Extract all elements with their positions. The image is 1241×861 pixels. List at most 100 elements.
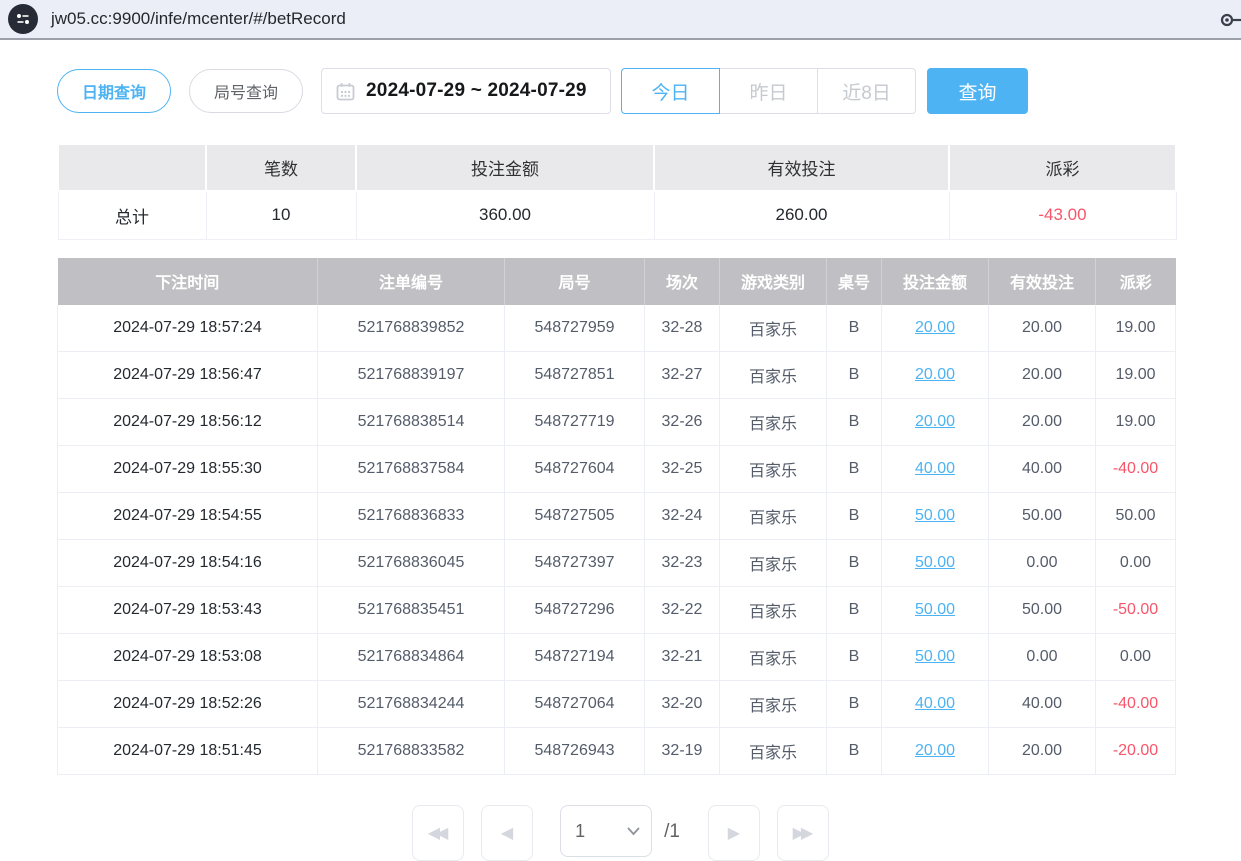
table-row: 2024-07-29 18:57:24521768839852548727959… xyxy=(58,305,1176,352)
cell-valid-bet: 0.00 xyxy=(989,540,1096,587)
site-settings-button[interactable] xyxy=(8,4,38,34)
summary-header-bet-amount: 投注金额 xyxy=(356,144,654,191)
bet-amount-link[interactable]: 50.00 xyxy=(915,507,955,524)
table-row: 2024-07-29 18:53:43521768835451548727296… xyxy=(58,587,1176,634)
cell-time: 2024-07-29 18:54:55 xyxy=(58,493,318,540)
cell-valid-bet: 50.00 xyxy=(989,587,1096,634)
column-header-6: 投注金额 xyxy=(882,258,989,305)
bet-amount-link[interactable]: 20.00 xyxy=(915,413,955,430)
cell-bet-id: 521768836833 xyxy=(318,493,505,540)
date-range-picker[interactable]: 2024-07-29 ~ 2024-07-29 xyxy=(321,68,611,114)
summary-valid-bet-value: 260.00 xyxy=(654,191,949,239)
cell-game-type: 百家乐 xyxy=(720,305,827,352)
column-header-5: 桌号 xyxy=(827,258,882,305)
cell-table-no: B xyxy=(827,493,882,540)
cell-bet-amount: 50.00 xyxy=(882,540,989,587)
summary-header-payout: 派彩 xyxy=(949,144,1176,191)
summary-count-value: 10 xyxy=(206,191,356,239)
cell-bet-id: 521768839197 xyxy=(318,352,505,399)
cell-valid-bet: 50.00 xyxy=(989,493,1096,540)
cell-session: 32-23 xyxy=(645,540,720,587)
cell-table-no: B xyxy=(827,634,882,681)
cell-game-type: 百家乐 xyxy=(720,446,827,493)
key-icon[interactable] xyxy=(1220,12,1241,33)
summary-header-blank xyxy=(58,144,206,191)
next-page-button[interactable]: ▶ xyxy=(708,805,760,861)
cell-bet-amount: 20.00 xyxy=(882,399,989,446)
bet-amount-link[interactable]: 40.00 xyxy=(915,695,955,712)
cell-bet-id: 521768834864 xyxy=(318,634,505,681)
last-page-button[interactable]: ▶▶ xyxy=(777,805,829,861)
cell-session: 32-27 xyxy=(645,352,720,399)
bet-amount-link[interactable]: 20.00 xyxy=(915,319,955,336)
page-select[interactable]: 1 xyxy=(561,806,651,856)
column-header-8: 派彩 xyxy=(1096,258,1176,305)
cell-table-no: B xyxy=(827,305,882,352)
bet-amount-link[interactable]: 40.00 xyxy=(915,460,955,477)
cell-game-type: 百家乐 xyxy=(720,399,827,446)
cell-payout: 19.00 xyxy=(1096,399,1176,446)
last-page-icon: ▶▶ xyxy=(793,823,814,843)
bet-amount-link[interactable]: 50.00 xyxy=(915,648,955,665)
cell-table-no: B xyxy=(827,728,882,775)
cell-table-no: B xyxy=(827,587,882,634)
cell-round-id: 548727505 xyxy=(505,493,645,540)
cell-bet-id: 521768835451 xyxy=(318,587,505,634)
cell-session: 32-20 xyxy=(645,681,720,728)
today-button[interactable]: 今日 xyxy=(621,68,720,114)
column-header-1: 注单编号 xyxy=(318,258,505,305)
prev-page-icon: ◀ xyxy=(501,823,513,843)
url-text[interactable]: jw05.cc:9900/infe/mcenter/#/betRecord xyxy=(51,9,346,29)
first-page-button[interactable]: ◀◀ xyxy=(412,805,464,861)
prev-page-button[interactable]: ◀ xyxy=(481,805,533,861)
cell-session: 32-22 xyxy=(645,587,720,634)
cell-round-id: 548727296 xyxy=(505,587,645,634)
bet-amount-link[interactable]: 20.00 xyxy=(915,366,955,383)
bet-amount-link[interactable]: 20.00 xyxy=(915,742,955,759)
cell-session: 32-25 xyxy=(645,446,720,493)
pagination: ◀◀ ◀ 1 /1 ▶ ▶▶ xyxy=(57,805,1184,861)
cell-game-type: 百家乐 xyxy=(720,587,827,634)
table-row: 2024-07-29 18:51:45521768833582548726943… xyxy=(58,728,1176,775)
column-header-4: 游戏类别 xyxy=(720,258,827,305)
cell-bet-id: 521768838514 xyxy=(318,399,505,446)
bet-amount-link[interactable]: 50.00 xyxy=(915,601,955,618)
column-header-7: 有效投注 xyxy=(989,258,1096,305)
cell-round-id: 548727064 xyxy=(505,681,645,728)
bet-amount-link[interactable]: 50.00 xyxy=(915,554,955,571)
last8days-button[interactable]: 近8日 xyxy=(817,68,916,114)
yesterday-button[interactable]: 昨日 xyxy=(719,68,818,114)
cell-session: 32-21 xyxy=(645,634,720,681)
cell-valid-bet: 20.00 xyxy=(989,399,1096,446)
cell-bet-amount: 40.00 xyxy=(882,446,989,493)
cell-valid-bet: 20.00 xyxy=(989,728,1096,775)
cell-time: 2024-07-29 18:52:26 xyxy=(58,681,318,728)
cell-table-no: B xyxy=(827,681,882,728)
cell-time: 2024-07-29 18:53:43 xyxy=(58,587,318,634)
cell-round-id: 548727959 xyxy=(505,305,645,352)
summary-payout-value: -43.00 xyxy=(949,191,1176,239)
cell-game-type: 百家乐 xyxy=(720,681,827,728)
date-query-tab[interactable]: 日期查询 xyxy=(57,69,171,113)
cell-time: 2024-07-29 18:54:16 xyxy=(58,540,318,587)
page-select-wrap: 1 xyxy=(560,805,652,857)
filter-toolbar: 日期查询 局号查询 2024-07-29 ~ 2024-07-29 xyxy=(57,68,1184,114)
cell-bet-amount: 50.00 xyxy=(882,634,989,681)
cell-game-type: 百家乐 xyxy=(720,634,827,681)
bet-record-table: 下注时间注单编号局号场次游戏类别桌号投注金额有效投注派彩 2024-07-29 … xyxy=(57,258,1176,776)
cell-valid-bet: 20.00 xyxy=(989,352,1096,399)
cell-bet-id: 521768836045 xyxy=(318,540,505,587)
cell-payout: 50.00 xyxy=(1096,493,1176,540)
cell-bet-amount: 40.00 xyxy=(882,681,989,728)
round-query-tab[interactable]: 局号查询 xyxy=(189,69,303,113)
cell-bet-id: 521768833582 xyxy=(318,728,505,775)
search-button[interactable]: 查询 xyxy=(927,68,1028,114)
summary-header-valid-bet: 有效投注 xyxy=(654,144,949,191)
cell-table-no: B xyxy=(827,352,882,399)
cell-table-no: B xyxy=(827,446,882,493)
quick-range-group: 今日 昨日 近8日 xyxy=(621,68,916,114)
calendar-icon xyxy=(336,82,355,101)
date-range-value: 2024-07-29 ~ 2024-07-29 xyxy=(366,80,587,102)
cell-bet-amount: 50.00 xyxy=(882,493,989,540)
cell-bet-amount: 50.00 xyxy=(882,587,989,634)
